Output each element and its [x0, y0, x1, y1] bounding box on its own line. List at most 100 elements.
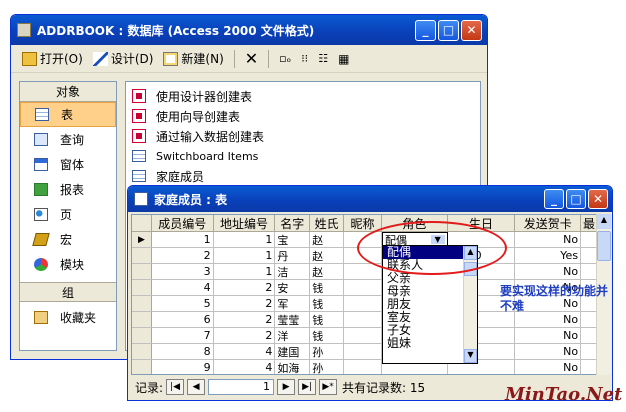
cell-addr[interactable]: 2 [214, 328, 276, 343]
new-button[interactable]: 新建(N) [160, 48, 226, 69]
cell-nick[interactable] [344, 360, 382, 374]
table-row[interactable]: 7 2 洋钱 No [132, 328, 598, 344]
cell-id[interactable]: 8 [152, 344, 214, 359]
cell-addr[interactable]: 1 [214, 264, 276, 279]
new-record-button[interactable]: ▶* [319, 379, 338, 395]
list-item[interactable]: 家庭成员 [126, 166, 480, 186]
cell-nick[interactable] [344, 280, 382, 295]
row-selector[interactable] [132, 344, 152, 359]
cell-addr[interactable]: 2 [214, 296, 276, 311]
row-selector[interactable] [132, 248, 152, 263]
object-modules[interactable]: 模块 [20, 252, 116, 277]
row-selector[interactable]: ▶ [132, 232, 152, 247]
row-selector[interactable] [132, 264, 152, 279]
cell-id[interactable]: 1 [152, 232, 214, 247]
row-selector[interactable] [132, 360, 152, 374]
object-queries[interactable]: 查询 [20, 127, 116, 152]
cell-first[interactable]: 建国 [275, 344, 311, 359]
delete-button[interactable]: ✕ [242, 47, 261, 70]
column-header[interactable]: 名字 [275, 215, 311, 231]
cell-first[interactable]: 洋 [275, 328, 311, 343]
prev-record-button[interactable]: ◀ [187, 379, 206, 395]
column-header[interactable]: 成员编号 [152, 215, 214, 231]
cell-card[interactable]: No [515, 312, 582, 327]
cell-last[interactable]: 钱 [310, 312, 345, 327]
next-record-button[interactable]: ▶ [277, 379, 296, 395]
minimize-button[interactable]: _ [415, 19, 436, 41]
cell-nick[interactable] [344, 296, 382, 311]
cell-last[interactable]: 赵 [310, 264, 345, 279]
row-selector[interactable] [132, 328, 152, 343]
close-button[interactable]: ✕ [461, 19, 482, 41]
cell-id[interactable]: 2 [152, 248, 214, 263]
cell-last[interactable]: 赵 [310, 232, 345, 247]
list-item[interactable]: 使用向导创建表 [126, 106, 480, 126]
maximize-button[interactable]: □ [438, 19, 459, 41]
design-button[interactable]: 设计(D) [90, 48, 157, 69]
list-item[interactable]: Switchboard Items [126, 146, 480, 166]
cell-addr[interactable]: 1 [214, 248, 276, 263]
favorites-group[interactable]: 收藏夹 [20, 305, 116, 330]
row-selector[interactable] [132, 312, 152, 327]
first-record-button[interactable]: |◀ [166, 379, 185, 395]
cell-first[interactable]: 洁 [275, 264, 311, 279]
cell-nick[interactable] [344, 344, 382, 359]
cell-card[interactable]: Yes [515, 248, 582, 263]
small-icons-button[interactable]: ⁝⁝ [298, 50, 311, 67]
row-selector[interactable] [132, 280, 152, 295]
cell-id[interactable]: 4 [152, 280, 214, 295]
cell-last[interactable]: 钱 [310, 296, 345, 311]
cell-first[interactable]: 安 [275, 280, 311, 295]
large-icons-button[interactable]: ▫ₒ [276, 50, 294, 67]
cell-card[interactable]: No [515, 328, 582, 343]
list-item[interactable]: 通过输入数据创建表 [126, 126, 480, 146]
list-item[interactable]: 使用设计器创建表 [126, 86, 480, 106]
scroll-up-button[interactable]: ▲ [597, 214, 611, 229]
object-macros[interactable]: 宏 [20, 227, 116, 252]
table-row[interactable]: 3 1 洁赵 No [132, 264, 598, 280]
cell-first[interactable]: 丹 [275, 248, 311, 263]
cell-last[interactable]: 孙 [310, 360, 345, 374]
column-header[interactable]: 发送贺卡 [515, 215, 582, 231]
cell-addr[interactable]: 2 [214, 312, 276, 327]
open-button[interactable]: 打开(O) [19, 48, 86, 69]
cell-id[interactable]: 6 [152, 312, 214, 327]
cell-addr[interactable]: 1 [214, 232, 276, 247]
cell-last[interactable]: 孙 [310, 344, 345, 359]
cell-last[interactable]: 钱 [310, 328, 345, 343]
cell-first[interactable]: 莹莹 [275, 312, 311, 327]
table-close-button[interactable]: ✕ [588, 189, 608, 209]
last-record-button[interactable]: ▶| [298, 379, 317, 395]
table-title-bar[interactable]: 家庭成员 : 表 _ □ ✕ [128, 186, 612, 212]
table-minimize-button[interactable]: _ [544, 189, 564, 209]
cell-last[interactable]: 赵 [310, 248, 345, 263]
table-row[interactable]: 9 4 如海孙 No [132, 360, 598, 374]
object-tables[interactable]: 表 [20, 102, 116, 127]
cell-addr[interactable]: 4 [214, 360, 276, 374]
record-number-field[interactable]: 1 [208, 379, 275, 395]
list-view-button[interactable]: ☷ [315, 50, 331, 67]
cell-nick[interactable] [344, 312, 382, 327]
cell-card[interactable]: No [515, 344, 582, 359]
table-row[interactable]: 8 4 建国孙 No [132, 344, 598, 360]
cell-id[interactable]: 3 [152, 264, 214, 279]
cell-first[interactable]: 如海 [275, 360, 311, 374]
object-reports[interactable]: 报表 [20, 177, 116, 202]
object-forms[interactable]: 窗体 [20, 152, 116, 177]
cell-card[interactable]: No [515, 264, 582, 279]
cell-card[interactable]: No [515, 232, 582, 247]
column-header[interactable]: 地址编号 [214, 215, 276, 231]
details-view-button[interactable]: ▦ [335, 50, 352, 68]
cell-first[interactable]: 宝 [275, 232, 311, 247]
cell-last[interactable]: 钱 [310, 280, 345, 295]
column-header[interactable]: 姓氏 [310, 215, 345, 231]
cell-card[interactable]: No [515, 360, 582, 374]
cell-addr[interactable]: 4 [214, 344, 276, 359]
cell-id[interactable]: 9 [152, 360, 214, 374]
cell-nick[interactable] [344, 328, 382, 343]
db-title-bar[interactable]: ADDRBOOK : 数据库 (Access 2000 文件格式) _ □ ✕ [11, 15, 487, 45]
row-selector-header[interactable] [132, 215, 152, 231]
row-selector[interactable] [132, 296, 152, 311]
cell-first[interactable]: 军 [275, 296, 311, 311]
cell-id[interactable]: 5 [152, 296, 214, 311]
